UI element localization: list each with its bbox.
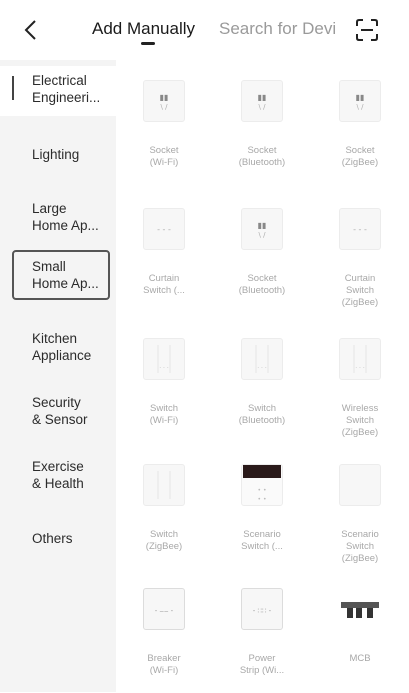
device-socket-bluetooth-2[interactable]: ▮▮ \ / Socket (Bluetooth) [214, 188, 310, 313]
device-label: Power Strip (Wi... [239, 653, 285, 676]
svg-text:\ /: \ / [357, 103, 365, 111]
sidebar-item-label: & Health [32, 476, 84, 491]
sidebar-item-label: Others [32, 531, 73, 546]
sidebar-item-small-home-appliance[interactable]: Small Home Ap... [12, 250, 110, 300]
sidebar-item-electrical-engineering[interactable]: Electrical Engineeri... [0, 66, 116, 116]
sidebar-item-label: Engineeri... [32, 90, 101, 105]
sidebar-item-label: Home Ap... [32, 218, 99, 233]
chevron-left-icon[interactable] [20, 16, 44, 44]
sidebar-item-label: & Sensor [32, 412, 88, 427]
mcb-icon [339, 588, 381, 630]
device-label: Socket (Bluetooth) [238, 273, 286, 296]
svg-text:\ /: \ / [161, 103, 169, 111]
svg-text:▮▮: ▮▮ [258, 93, 267, 102]
sidebar-item-label: Large [32, 201, 67, 216]
category-sidebar: Electrical Engineeri... Lighting Large H… [0, 60, 116, 692]
device-switch-bluetooth[interactable]: · · · Switch (Bluetooth) [214, 318, 310, 443]
scenario-switch-icon [339, 464, 381, 506]
socket-icon: ▮▮ \ / [143, 80, 185, 122]
sidebar-item-label: Exercise [32, 459, 84, 474]
device-label: MCB [349, 653, 371, 664]
wall-switch-icon [143, 464, 185, 506]
svg-text:• •: • • [258, 496, 267, 503]
svg-text:▮▮: ▮▮ [356, 93, 365, 102]
scan-icon[interactable] [356, 19, 378, 41]
svg-text:▮▮: ▮▮ [258, 221, 267, 230]
socket-icon: ▮▮ \ / [339, 80, 381, 122]
svg-text:- ‒‒ -: - ‒‒ - [155, 607, 174, 615]
device-label: Switch (Wi-Fi) [149, 403, 179, 426]
tab-add-manually[interactable]: Add Manually [92, 19, 195, 39]
device-label: Switch (ZigBee) [145, 529, 183, 552]
device-socket-bluetooth[interactable]: ▮▮ \ / Socket (Bluetooth) [214, 60, 310, 185]
sidebar-item-kitchen-appliance[interactable]: Kitchen Appliance [12, 324, 110, 374]
svg-text:\ /: \ / [259, 103, 267, 111]
device-curtain-switch-wifi[interactable]: - - - Curtain Switch (... [116, 188, 212, 313]
svg-text:· · ·: · · · [355, 365, 365, 372]
top-bar: Add Manually Search for Devi [0, 0, 409, 60]
sidebar-item-lighting[interactable]: Lighting [12, 140, 110, 190]
sidebar-item-label: Lighting [32, 147, 80, 162]
svg-text:- - -: - - - [157, 225, 171, 234]
sidebar-item-large-home-appliance[interactable]: Large Home Ap... [12, 194, 110, 244]
svg-text:▮▮: ▮▮ [160, 93, 169, 102]
sidebar-item-label: Home Ap... [32, 276, 99, 291]
svg-text:• •: • • [258, 487, 267, 494]
scenario-switch-icon: • • • • [241, 464, 283, 506]
active-tab-indicator [141, 42, 155, 45]
svg-text:\ /: \ / [259, 231, 267, 239]
device-switch-wifi[interactable]: · · · Switch (Wi-Fi) [116, 318, 212, 443]
device-label: Breaker (Wi-Fi) [147, 653, 181, 676]
device-wireless-switch-zigbee[interactable]: · · · Wireless Switch (ZigBee) [312, 318, 408, 443]
svg-text:- - -: - - - [353, 225, 367, 234]
device-label: Socket (Bluetooth) [238, 145, 286, 168]
device-switch-zigbee[interactable]: Switch (ZigBee) [116, 444, 212, 569]
sidebar-item-exercise-health[interactable]: Exercise & Health [12, 452, 110, 502]
device-label: Switch (Bluetooth) [238, 403, 286, 426]
sidebar-item-label: Kitchen [32, 331, 78, 346]
tab-search-for-devices[interactable]: Search for Devi [219, 19, 341, 39]
wall-switch-icon: · · · [241, 338, 283, 380]
wall-switch-icon: · · · [143, 338, 185, 380]
curtain-switch-icon: - - - [339, 208, 381, 250]
power-strip-icon: - ∷∷ - [241, 588, 283, 630]
device-curtain-switch-zigbee[interactable]: - - - Curtain Switch (ZigBee) [312, 188, 408, 313]
socket-icon: ▮▮ \ / [241, 80, 283, 122]
device-socket-wifi[interactable]: ▮▮ \ / Socket (Wi-Fi) [116, 60, 212, 185]
device-breaker-wifi[interactable]: - ‒‒ - Breaker (Wi-Fi) [116, 568, 212, 693]
sidebar-item-label: Small [32, 259, 66, 274]
breaker-icon: - ‒‒ - [143, 588, 185, 630]
sidebar-item-security-sensor[interactable]: Security & Sensor [12, 388, 110, 438]
device-socket-zigbee[interactable]: ▮▮ \ / Socket (ZigBee) [312, 60, 408, 185]
device-mcb[interactable]: MCB [312, 568, 408, 693]
device-label: Scenario Switch (... [241, 529, 283, 552]
svg-text:· · ·: · · · [257, 365, 267, 372]
sidebar-item-label: Appliance [32, 348, 92, 363]
socket-icon: ▮▮ \ / [241, 208, 283, 250]
device-label: Scenario Switch (ZigBee) [341, 529, 379, 564]
svg-text:· · ·: · · · [159, 365, 169, 372]
wireless-switch-icon: · · · [339, 338, 381, 380]
curtain-switch-icon: - - - [143, 208, 185, 250]
device-scenario-switch-wifi[interactable]: • • • • Scenario Switch (... [214, 444, 310, 569]
svg-text:- ∷∷ -: - ∷∷ - [253, 607, 272, 615]
device-label: Curtain Switch (... [143, 273, 185, 296]
device-label: Curtain Switch (ZigBee) [341, 273, 379, 308]
device-power-strip-wifi[interactable]: - ∷∷ - Power Strip (Wi... [214, 568, 310, 693]
sidebar-item-label: Electrical [32, 73, 87, 88]
device-scenario-switch-zigbee[interactable]: Scenario Switch (ZigBee) [312, 444, 408, 569]
sidebar-item-others[interactable]: Others [12, 524, 110, 574]
sidebar-item-label: Security [32, 395, 81, 410]
device-label: Wireless Switch (ZigBee) [341, 403, 379, 438]
device-label: Socket (ZigBee) [341, 145, 379, 168]
device-label: Socket (Wi-Fi) [149, 145, 179, 168]
